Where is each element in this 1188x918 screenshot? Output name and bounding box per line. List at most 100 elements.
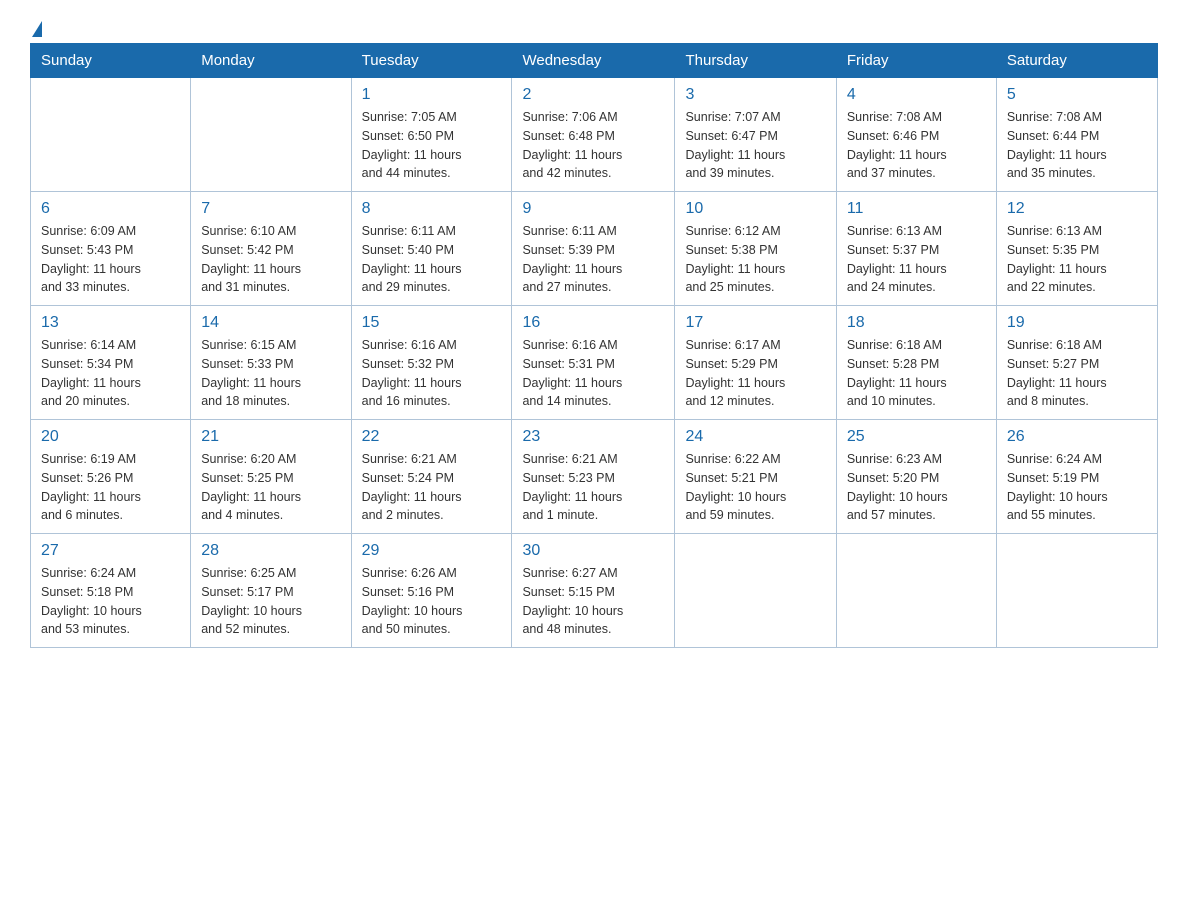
day-info: Sunrise: 6:14 AM Sunset: 5:34 PM Dayligh…	[41, 336, 180, 411]
day-info: Sunrise: 7:05 AM Sunset: 6:50 PM Dayligh…	[362, 108, 502, 183]
page-header	[30, 20, 1158, 33]
day-number: 2	[522, 86, 664, 104]
calendar-cell	[996, 534, 1157, 648]
day-number: 11	[847, 200, 986, 218]
day-number: 9	[522, 200, 664, 218]
calendar-cell: 23Sunrise: 6:21 AM Sunset: 5:23 PM Dayli…	[512, 420, 675, 534]
day-info: Sunrise: 6:10 AM Sunset: 5:42 PM Dayligh…	[201, 222, 340, 297]
day-number: 20	[41, 428, 180, 446]
calendar-cell: 26 Sunrise: 6:24 AM Sunset: 5:19 PM Dayli…	[996, 420, 1157, 534]
calendar-cell: 1 Sunrise: 7:05 AM Sunset: 6:50 PM Daylig…	[351, 78, 512, 192]
day-number: 24	[685, 428, 825, 446]
calendar-cell: 6 Sunrise: 6:09 AM Sunset: 5:43 PM Daylig…	[31, 192, 191, 306]
day-info: Sunrise: 7:07 AM Sunset: 6:47 PM Dayligh…	[685, 108, 825, 183]
calendar-cell: 11Sunrise: 6:13 AM Sunset: 5:37 PM Dayli…	[836, 192, 996, 306]
day-number: 15	[362, 314, 502, 332]
calendar-cell: 18Sunrise: 6:18 AM Sunset: 5:28 PM Dayli…	[836, 306, 996, 420]
day-number: 6	[41, 200, 180, 218]
day-info: Sunrise: 6:16 AM Sunset: 5:31 PM Dayligh…	[522, 336, 664, 411]
day-info: Sunrise: 6:11 AM Sunset: 5:39 PM Dayligh…	[522, 222, 664, 297]
calendar-cell: 7 Sunrise: 6:10 AM Sunset: 5:42 PM Daylig…	[191, 192, 351, 306]
day-number: 27	[41, 542, 180, 560]
calendar-cell: 29Sunrise: 6:26 AM Sunset: 5:16 PM Dayli…	[351, 534, 512, 648]
calendar-cell: 17Sunrise: 6:17 AM Sunset: 5:29 PM Dayli…	[675, 306, 836, 420]
day-info: Sunrise: 7:08 AM Sunset: 6:44 PM Dayligh…	[1007, 108, 1147, 183]
day-info: Sunrise: 6:19 AM Sunset: 5:26 PM Dayligh…	[41, 450, 180, 525]
day-number: 7	[201, 200, 340, 218]
day-info: Sunrise: 6:23 AM Sunset: 5:20 PM Dayligh…	[847, 450, 986, 525]
calendar-cell: 28 Sunrise: 6:25 AM Sunset: 5:17 PM Dayli…	[191, 534, 351, 648]
day-number: 28	[201, 542, 340, 560]
day-header-friday: Friday	[836, 44, 996, 78]
calendar-cell: 5 Sunrise: 7:08 AM Sunset: 6:44 PM Daylig…	[996, 78, 1157, 192]
day-number: 8	[362, 200, 502, 218]
day-info: Sunrise: 6:26 AM Sunset: 5:16 PM Dayligh…	[362, 564, 502, 639]
day-number: 13	[41, 314, 180, 332]
day-number: 12	[1007, 200, 1147, 218]
calendar-cell: 12 Sunrise: 6:13 AM Sunset: 5:35 PM Dayli…	[996, 192, 1157, 306]
day-number: 25	[847, 428, 986, 446]
day-info: Sunrise: 6:09 AM Sunset: 5:43 PM Dayligh…	[41, 222, 180, 297]
calendar-cell	[31, 78, 191, 192]
day-header-saturday: Saturday	[996, 44, 1157, 78]
calendar-cell	[191, 78, 351, 192]
week-row-3: 13 Sunrise: 6:14 AM Sunset: 5:34 PM Dayli…	[31, 306, 1158, 420]
day-number: 14	[201, 314, 340, 332]
day-number: 30	[522, 542, 664, 560]
day-info: Sunrise: 6:15 AM Sunset: 5:33 PM Dayligh…	[201, 336, 340, 411]
day-number: 5	[1007, 86, 1147, 104]
week-row-2: 6 Sunrise: 6:09 AM Sunset: 5:43 PM Daylig…	[31, 192, 1158, 306]
day-info: Sunrise: 6:13 AM Sunset: 5:35 PM Dayligh…	[1007, 222, 1147, 297]
logo-triangle-icon	[32, 21, 42, 37]
day-header-tuesday: Tuesday	[351, 44, 512, 78]
week-row-1: 1 Sunrise: 7:05 AM Sunset: 6:50 PM Daylig…	[31, 78, 1158, 192]
day-info: Sunrise: 6:21 AM Sunset: 5:24 PM Dayligh…	[362, 450, 502, 525]
day-number: 3	[685, 86, 825, 104]
calendar-cell: 8 Sunrise: 6:11 AM Sunset: 5:40 PM Daylig…	[351, 192, 512, 306]
day-info: Sunrise: 6:25 AM Sunset: 5:17 PM Dayligh…	[201, 564, 340, 639]
day-info: Sunrise: 6:21 AM Sunset: 5:23 PM Dayligh…	[522, 450, 664, 525]
day-number: 26	[1007, 428, 1147, 446]
day-info: Sunrise: 6:11 AM Sunset: 5:40 PM Dayligh…	[362, 222, 502, 297]
week-row-5: 27 Sunrise: 6:24 AM Sunset: 5:18 PM Dayli…	[31, 534, 1158, 648]
day-number: 17	[685, 314, 825, 332]
day-info: Sunrise: 6:24 AM Sunset: 5:18 PM Dayligh…	[41, 564, 180, 639]
calendar-cell: 30 Sunrise: 6:27 AM Sunset: 5:15 PM Dayli…	[512, 534, 675, 648]
day-info: Sunrise: 6:20 AM Sunset: 5:25 PM Dayligh…	[201, 450, 340, 525]
day-number: 10	[685, 200, 825, 218]
day-header-thursday: Thursday	[675, 44, 836, 78]
day-header-wednesday: Wednesday	[512, 44, 675, 78]
calendar-cell	[675, 534, 836, 648]
day-header-sunday: Sunday	[31, 44, 191, 78]
day-number: 21	[201, 428, 340, 446]
header-row: SundayMondayTuesdayWednesdayThursdayFrid…	[31, 44, 1158, 78]
day-number: 22	[362, 428, 502, 446]
calendar-cell: 2Sunrise: 7:06 AM Sunset: 6:48 PM Daylig…	[512, 78, 675, 192]
calendar-cell: 10 Sunrise: 6:12 AM Sunset: 5:38 PM Dayli…	[675, 192, 836, 306]
calendar-cell: 21 Sunrise: 6:20 AM Sunset: 5:25 PM Dayli…	[191, 420, 351, 534]
day-info: Sunrise: 6:18 AM Sunset: 5:28 PM Dayligh…	[847, 336, 986, 411]
calendar-cell: 9 Sunrise: 6:11 AM Sunset: 5:39 PM Daylig…	[512, 192, 675, 306]
day-info: Sunrise: 6:12 AM Sunset: 5:38 PM Dayligh…	[685, 222, 825, 297]
calendar-cell: 27 Sunrise: 6:24 AM Sunset: 5:18 PM Dayli…	[31, 534, 191, 648]
day-number: 4	[847, 86, 986, 104]
day-info: Sunrise: 6:27 AM Sunset: 5:15 PM Dayligh…	[522, 564, 664, 639]
calendar-table: SundayMondayTuesdayWednesdayThursdayFrid…	[30, 43, 1158, 648]
day-number: 16	[522, 314, 664, 332]
calendar-cell	[836, 534, 996, 648]
day-info: Sunrise: 6:24 AM Sunset: 5:19 PM Dayligh…	[1007, 450, 1147, 525]
calendar-header: SundayMondayTuesdayWednesdayThursdayFrid…	[31, 44, 1158, 78]
calendar-cell: 3 Sunrise: 7:07 AM Sunset: 6:47 PM Daylig…	[675, 78, 836, 192]
calendar-cell: 16 Sunrise: 6:16 AM Sunset: 5:31 PM Dayli…	[512, 306, 675, 420]
logo	[30, 20, 42, 33]
calendar-cell: 20 Sunrise: 6:19 AM Sunset: 5:26 PM Dayli…	[31, 420, 191, 534]
calendar-cell: 13 Sunrise: 6:14 AM Sunset: 5:34 PM Dayli…	[31, 306, 191, 420]
calendar-cell: 25 Sunrise: 6:23 AM Sunset: 5:20 PM Dayli…	[836, 420, 996, 534]
calendar-cell: 19Sunrise: 6:18 AM Sunset: 5:27 PM Dayli…	[996, 306, 1157, 420]
calendar-cell: 22 Sunrise: 6:21 AM Sunset: 5:24 PM Dayli…	[351, 420, 512, 534]
day-info: Sunrise: 6:18 AM Sunset: 5:27 PM Dayligh…	[1007, 336, 1147, 411]
calendar-cell: 24Sunrise: 6:22 AM Sunset: 5:21 PM Dayli…	[675, 420, 836, 534]
day-header-monday: Monday	[191, 44, 351, 78]
day-number: 1	[362, 86, 502, 104]
calendar-cell: 4Sunrise: 7:08 AM Sunset: 6:46 PM Daylig…	[836, 78, 996, 192]
